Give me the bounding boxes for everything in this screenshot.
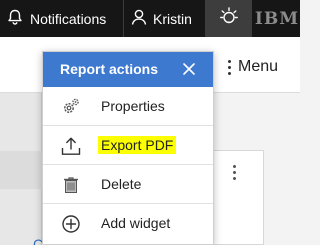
menu-label: Menu xyxy=(238,58,279,75)
left-panel xyxy=(0,93,42,245)
notifications-button[interactable]: Notifications xyxy=(6,0,106,37)
left-panel-tab[interactable] xyxy=(0,151,42,189)
close-icon[interactable] xyxy=(180,60,198,78)
menu-item-delete[interactable]: Delete xyxy=(43,165,213,204)
menu-item-properties[interactable]: Properties xyxy=(43,87,213,126)
ibm-logo: IBM xyxy=(254,8,300,29)
report-actions-menu: Report actions Properties Export PDF Del… xyxy=(42,51,214,245)
lightbulb-icon xyxy=(218,5,240,32)
menu-item-add-widget[interactable]: Add widget xyxy=(43,204,213,243)
menu-item-label: Add widget xyxy=(101,215,171,231)
card-kebab-icon[interactable] xyxy=(233,165,237,180)
bell-icon xyxy=(6,8,30,29)
top-bar: Notifications Kristin IBM xyxy=(0,0,300,37)
kebab-icon xyxy=(228,59,232,75)
gear-icon xyxy=(60,96,82,118)
menu-header: Report actions xyxy=(43,52,213,87)
person-icon xyxy=(130,8,153,29)
user-name: Kristin xyxy=(153,10,192,27)
topbar-divider xyxy=(123,0,124,37)
menu-title: Report actions xyxy=(60,61,159,77)
add-circle-icon xyxy=(60,213,82,235)
menu-item-export-pdf[interactable]: Export PDF xyxy=(43,126,213,165)
help-button[interactable] xyxy=(205,0,252,37)
upload-icon xyxy=(60,135,82,157)
user-menu-button[interactable]: Kristin xyxy=(130,0,192,37)
notifications-label: Notifications xyxy=(30,10,107,27)
menu-item-label: Export PDF xyxy=(98,136,177,154)
menu-button[interactable]: Menu xyxy=(228,49,278,85)
menu-item-label: Properties xyxy=(101,98,165,114)
widget-card xyxy=(210,150,264,245)
trash-icon xyxy=(60,174,82,196)
menu-item-label: Delete xyxy=(101,176,142,192)
